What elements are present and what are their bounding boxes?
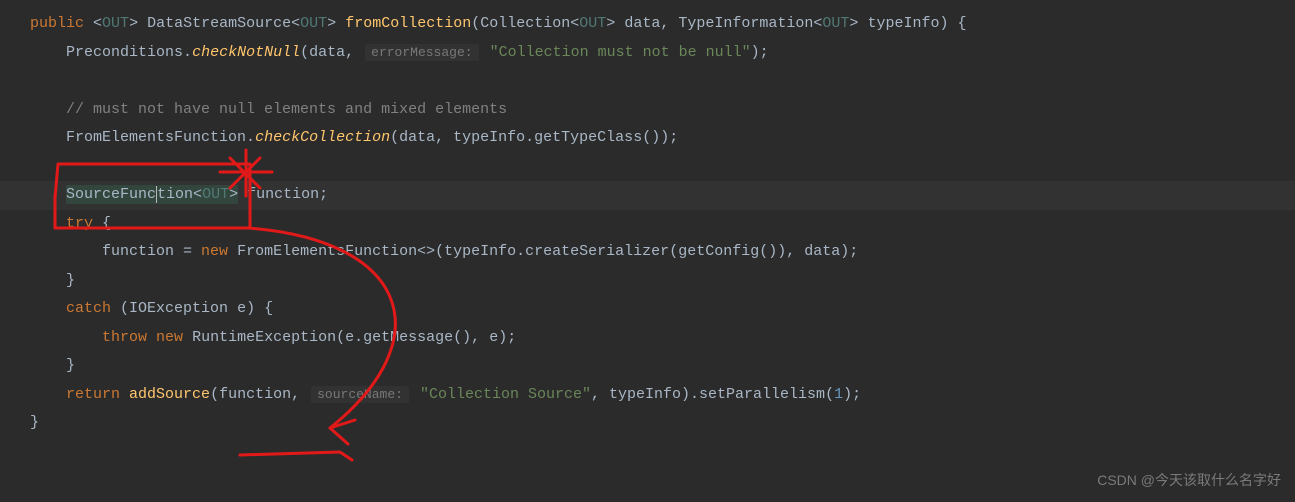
code-line: } bbox=[0, 267, 1295, 296]
code-line-current: SourceFunction<OUT> function; bbox=[0, 181, 1295, 210]
parameter-hint: sourceName: bbox=[311, 386, 409, 403]
code-line: // must not have null elements and mixed… bbox=[0, 96, 1295, 125]
code-line: } bbox=[0, 409, 1295, 438]
watermark: CSDN @今天该取什么名字好 bbox=[1097, 467, 1281, 494]
code-line: try { bbox=[0, 210, 1295, 239]
code-line: return addSource(function, sourceName: "… bbox=[0, 381, 1295, 410]
code-line: catch (IOException e) { bbox=[0, 295, 1295, 324]
code-line: FromElementsFunction.checkCollection(dat… bbox=[0, 124, 1295, 153]
code-line: function = new FromElementsFunction<>(ty… bbox=[0, 238, 1295, 267]
code-line: Preconditions.checkNotNull(data, errorMe… bbox=[0, 39, 1295, 68]
code-editor[interactable]: public <OUT> DataStreamSource<OUT> fromC… bbox=[0, 10, 1295, 438]
code-line bbox=[0, 153, 1295, 182]
code-line: public <OUT> DataStreamSource<OUT> fromC… bbox=[0, 10, 1295, 39]
parameter-hint: errorMessage: bbox=[365, 44, 478, 61]
code-line bbox=[0, 67, 1295, 96]
code-line: throw new RuntimeException(e.getMessage(… bbox=[0, 324, 1295, 353]
code-line: } bbox=[0, 352, 1295, 381]
